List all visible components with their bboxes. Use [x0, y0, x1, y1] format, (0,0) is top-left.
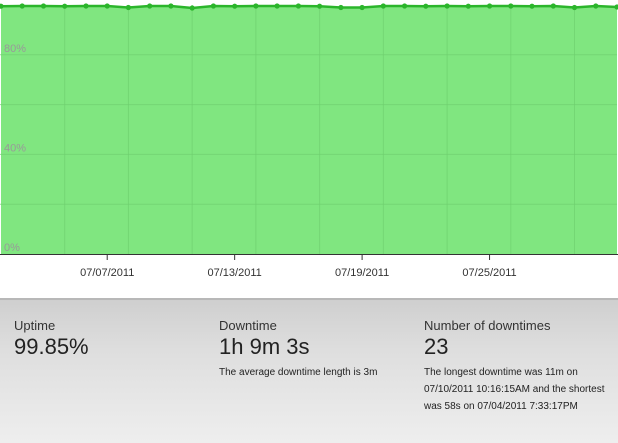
- data-point: [550, 3, 556, 9]
- downtime-note: The average downtime length is 3m: [219, 367, 378, 378]
- downtime-label: Downtime: [219, 318, 277, 333]
- uptime-chart-svg: 0% 40% 80% 07/07/2011 07/13/2011 07/19/2011 07…: [0, 3, 618, 279]
- uptime-value: 99.85%: [14, 334, 89, 359]
- data-point: [508, 3, 514, 9]
- data-point: [147, 3, 153, 9]
- data-point: [104, 3, 110, 9]
- data-point: [465, 3, 471, 9]
- data-point: [274, 3, 280, 9]
- data-point: [40, 3, 47, 9]
- uptime-chart: 0% 40% 80% 07/07/2011 07/13/2011 07/19/2011 07…: [0, 0, 618, 296]
- data-point: [253, 3, 259, 9]
- data-point: [338, 4, 344, 11]
- data-point: [423, 3, 429, 9]
- downtime-value: 1h 9m 3s: [219, 334, 310, 359]
- x-tick-label: 07/13/2011: [208, 267, 262, 279]
- downtime-stat: Downtime 1h 9m 3s The average downtime l…: [219, 318, 409, 381]
- data-point: [317, 3, 323, 9]
- y-tick-label: 40%: [4, 142, 26, 154]
- data-point: [359, 4, 365, 11]
- uptime-report: 0% 40% 80% 07/07/2011 07/13/2011 07/19/2011 07…: [0, 0, 618, 443]
- data-point: [83, 3, 89, 9]
- downtime-count-label: Number of downtimes: [424, 318, 551, 333]
- data-point: [593, 3, 599, 9]
- data-point: [168, 3, 174, 9]
- x-tick-label: 07/07/2011: [80, 267, 134, 279]
- downtime-count-note: The longest downtime was 11m on 07/10/20…: [424, 367, 605, 412]
- uptime-label: Uptime: [14, 318, 56, 333]
- downtime-count-stat: Number of downtimes 23 The longest downt…: [424, 318, 614, 415]
- data-point: [487, 3, 493, 9]
- x-tick-label: 07/25/2011: [462, 267, 516, 279]
- data-point: [19, 3, 25, 9]
- stats-panel: Uptime 99.85% Downtime 1h 9m 3s The aver…: [0, 298, 618, 443]
- data-point: [402, 3, 408, 9]
- uptime-stat: Uptime 99.85%: [14, 318, 89, 360]
- data-point: [444, 3, 450, 9]
- data-point: [232, 3, 238, 9]
- data-point: [210, 3, 216, 9]
- data-point: [125, 4, 131, 11]
- data-point: [380, 3, 386, 9]
- data-point: [529, 3, 535, 9]
- data-point: [295, 3, 301, 9]
- data-point: [189, 5, 195, 11]
- y-tick-label: 0%: [4, 242, 20, 254]
- uptime-area: [1, 6, 617, 254]
- data-point: [571, 4, 578, 11]
- data-point: [62, 3, 68, 9]
- y-tick-label: 80%: [4, 43, 26, 55]
- x-tick-label: 07/19/2011: [335, 267, 389, 279]
- downtime-count-value: 23: [424, 334, 449, 359]
